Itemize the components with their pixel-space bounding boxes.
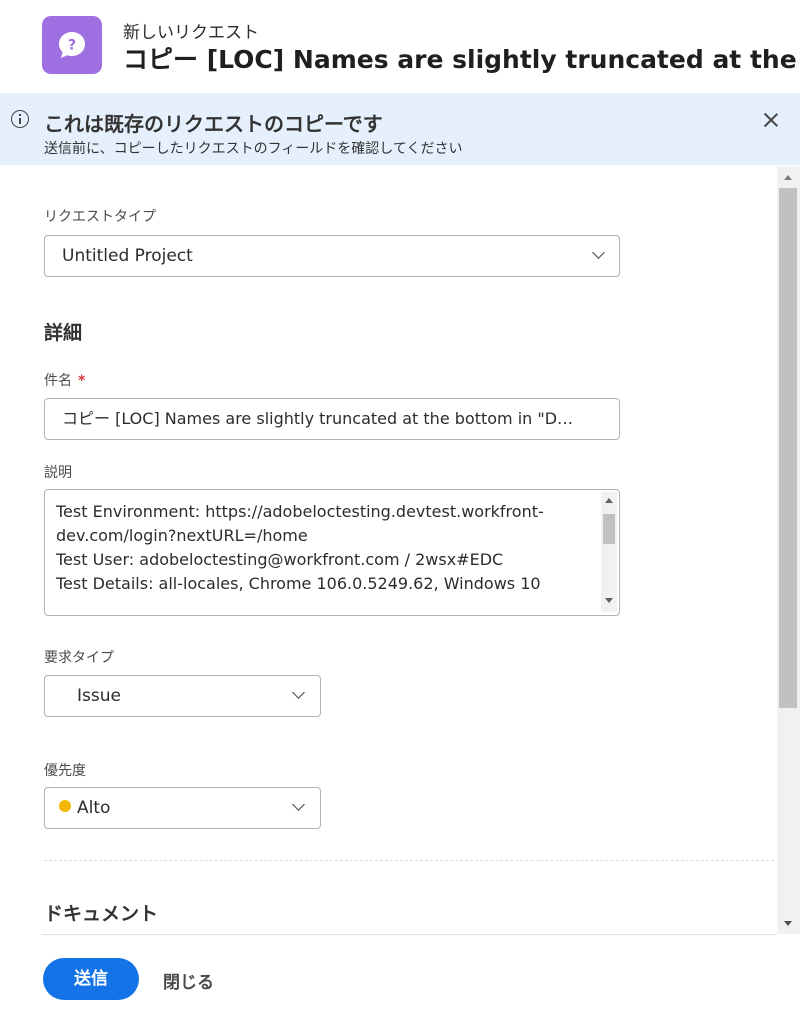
description-scrollbar[interactable] [601, 492, 617, 612]
chevron-down-icon [292, 686, 305, 699]
banner-title: これは既存のリクエストのコピーです [44, 112, 383, 136]
documents-heading: ドキュメント [44, 903, 159, 925]
footer-divider [42, 934, 777, 935]
scroll-up-icon[interactable] [605, 498, 613, 503]
page-scrollbar[interactable] [777, 166, 800, 934]
info-icon [11, 110, 29, 128]
page-title: コピー [LOC] Names are slightly truncated a… [123, 45, 800, 74]
help-bubble-icon: ? [42, 16, 102, 74]
description-line: Test User: adobeloctesting@workfront.com… [56, 550, 504, 569]
close-icon[interactable] [762, 111, 780, 129]
description-label: 説明 [44, 465, 72, 481]
scroll-down-icon[interactable] [784, 921, 792, 926]
subject-value: コピー [LOC] Names are slightly truncated a… [62, 409, 574, 428]
subject-label: 件名 * [44, 373, 86, 389]
issue-type-select[interactable]: Issue [44, 675, 321, 717]
priority-label: 優先度 [44, 763, 86, 779]
description-text: Test Environment: https://adobeloctestin… [56, 500, 592, 596]
svg-text:?: ? [68, 38, 76, 54]
priority-select[interactable]: Alto [44, 787, 321, 829]
request-type-value: Untitled Project [62, 246, 193, 266]
submit-button[interactable]: 送信 [43, 958, 139, 1000]
issue-type-value: Issue [77, 686, 121, 706]
chevron-down-icon [592, 246, 605, 259]
banner-message: 送信前に、コピーしたリクエストのフィールドを確認してください [44, 141, 463, 157]
priority-dot [59, 800, 71, 812]
chevron-down-icon [292, 798, 305, 811]
required-marker: * [78, 373, 86, 389]
scroll-thumb[interactable] [779, 188, 797, 708]
scroll-thumb[interactable] [603, 514, 615, 544]
description-line: Test Environment: https://adobeloctestin… [56, 502, 544, 521]
scroll-up-icon[interactable] [784, 175, 792, 180]
priority-value: Alto [59, 788, 279, 828]
dialog-footer: 送信 閉じる [0, 934, 800, 1010]
request-type-select[interactable]: Untitled Project [44, 235, 620, 277]
request-type-label: リクエストタイプ [44, 209, 156, 225]
section-divider [44, 860, 774, 861]
copy-info-banner: これは既存のリクエストのコピーです 送信前に、コピーしたリクエストのフィールドを… [0, 93, 800, 165]
description-line: dev.com/login?nextURL=/home [56, 526, 308, 545]
scroll-down-icon[interactable] [605, 598, 613, 603]
details-heading: 詳細 [44, 322, 83, 344]
issue-type-label: 要求タイプ [44, 650, 114, 666]
description-textarea[interactable]: Test Environment: https://adobeloctestin… [44, 489, 620, 616]
subject-input[interactable]: コピー [LOC] Names are slightly truncated a… [44, 398, 620, 440]
description-line: Test Details: all-locales, Chrome 106.0.… [56, 574, 541, 593]
dialog-header: ? 新しいリクエスト コピー [LOC] Names are slightly … [0, 0, 800, 92]
close-button[interactable]: 閉じる [163, 968, 214, 993]
